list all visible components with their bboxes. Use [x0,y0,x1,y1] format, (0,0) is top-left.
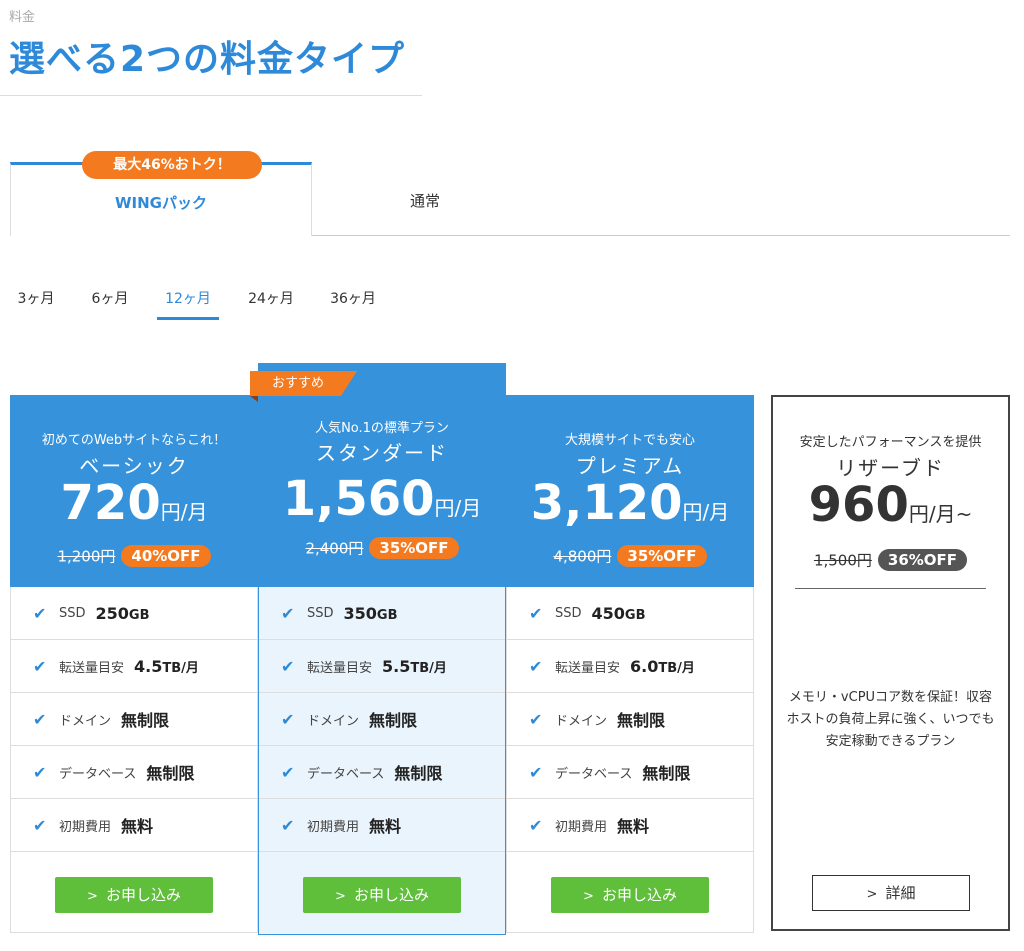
plan-price: 1,560円/月 [258,471,506,527]
plan-price: 720円/月 [10,475,258,531]
feature-ssd: ✔ SSD 250GB [11,587,257,640]
price-unit: 円/月 [160,500,208,524]
check-icon: ✔ [529,709,543,729]
plan-header: 人気No.1の標準プラン スタンダード 1,560円/月 2,400円 35%OF… [258,363,506,587]
discount-badge: 36%OFF [877,549,968,571]
feature-domain: ✔ ドメイン 無制限 [11,693,257,746]
term-12-months[interactable]: 12ヶ月 [157,288,219,320]
check-icon: ✔ [529,603,543,623]
plan-price: 3,120円/月 [506,475,754,531]
original-price: 2,400円 [305,539,364,558]
discount-row: 1,200円 40%OFF [10,545,258,571]
check-icon: ✔ [33,762,47,782]
price-amount: 720 [60,475,161,531]
term-6-months[interactable]: 6ヶ月 [86,288,134,320]
check-icon: ✔ [529,762,543,782]
price-unit: 円/月 [682,500,730,524]
price-unit: 円/月 [434,496,482,520]
plan-tagline: 大規模サイトでも安心 [564,433,695,448]
feature-transfer: ✔ 転送量目安 6.0TB/月 [507,640,753,693]
feature-ssd: ✔ SSD 450GB [507,587,753,640]
check-icon: ✔ [33,709,47,729]
check-icon: ✔ [529,815,543,835]
tab-wing-pack-label: WINGパック [115,194,207,212]
feature-domain: ✔ ドメイン 無制限 [507,693,753,746]
check-icon: ✔ [281,762,295,782]
plan-description: メモリ・vCPUコア数を保証！収容ホストの負荷上昇に強く、いつでも安定稼動できる… [786,690,995,749]
details-button[interactable]: > 詳細 [812,875,970,911]
feature-setup-fee: ✔ 初期費用 無料 [11,799,257,852]
price-amount: 3,120 [530,475,683,531]
feature-domain: ✔ ドメイン 無制限 [259,693,505,746]
term-selector: 3ヶ月 6ヶ月 12ヶ月 24ヶ月 36ヶ月 [0,288,420,322]
apply-button-premium[interactable]: > お申し込み [551,877,709,913]
check-icon: ✔ [33,815,47,835]
feature-database: ✔ データベース 無制限 [259,746,505,799]
feature-list: ✔ SSD 250GB ✔ 転送量目安 4.5TB/月 ✔ ドメイン 無制限 ✔ データベース… [10,587,258,933]
discount-badge: 35%OFF [369,537,459,559]
feature-transfer: ✔ 転送量目安 4.5TB/月 [11,640,257,693]
discount-badge: 40%OFF [121,545,211,567]
section-eyebrow: 料金 [9,10,36,25]
plan-header: 大規模サイトでも安心 プレミアム 3,120円/月 4,800円 35%OFF [506,395,754,587]
tabs-baseline [312,235,1010,236]
apply-button-basic[interactable]: > お申し込み [55,877,213,913]
original-price: 1,500円 [813,551,872,570]
price-unit: 円/月~ [908,502,973,526]
promo-badge: 最大46%おトク！ [82,151,262,179]
original-price: 4,800円 [553,547,612,566]
check-icon: ✔ [529,656,543,676]
tab-normal-label: 通常 [409,192,440,210]
feature-setup-fee: ✔ 初期費用 無料 [507,799,753,852]
original-price: 1,200円 [57,547,116,566]
discount-row: 4,800円 35%OFF [506,545,754,571]
discount-row: 1,500円 36%OFF [773,549,1008,571]
feature-database: ✔ データベース 無制限 [11,746,257,799]
feature-ssd: ✔ SSD 350GB [259,587,505,640]
term-24-months[interactable]: 24ヶ月 [242,288,300,320]
check-icon: ✔ [281,709,295,729]
feature-list: ✔ SSD 350GB ✔ 転送量目安 5.5TB/月 ✔ ドメイン 無制限 ✔ データベース… [258,587,506,935]
plan-price: 960円/月~ [773,477,1008,533]
check-icon: ✔ [281,656,295,676]
check-icon: ✔ [281,815,295,835]
feature-database: ✔ データベース 無制限 [507,746,753,799]
check-icon: ✔ [33,656,47,676]
check-icon: ✔ [281,603,295,623]
term-3-months[interactable]: 3ヶ月 [14,288,58,320]
tab-normal[interactable]: 通常 [312,162,538,236]
plan-tagline: 人気No.1の標準プラン [315,421,449,436]
tab-wing-pack[interactable]: 最大46%おトク！ WINGパック [10,151,312,236]
price-amount: 1,560 [282,471,435,527]
page-title: 選べる2つの料金タイプ [9,39,406,80]
pricing-type-tabs: 最大46%おトク！ WINGパック 通常 [10,151,1010,236]
discount-row: 2,400円 35%OFF [258,537,506,563]
plan-name: スタンダード [316,441,448,465]
chevron-right-icon: > [87,889,98,904]
plan-header: 初めてのWebサイトならこれ！ ベーシック 720円/月 1,200円 40%OF… [10,395,258,587]
chevron-right-icon: > [335,889,346,904]
price-amount: 960 [808,477,909,533]
divider [795,588,986,589]
title-divider [0,95,422,96]
check-icon: ✔ [33,603,47,623]
chevron-right-icon: > [866,887,878,902]
feature-transfer: ✔ 転送量目安 5.5TB/月 [259,640,505,693]
plan-tagline: 初めてのWebサイトならこれ！ [41,433,227,448]
feature-setup-fee: ✔ 初期費用 無料 [259,799,505,852]
plan-tagline: 安定したパフォーマンスを提供 [799,435,982,450]
ribbon-fold [250,396,258,402]
plan-card-reserved: 安定したパフォーマンスを提供 リザーブド 960円/月~ 1,500円 36%OF… [771,395,1010,931]
recommended-ribbon: おすすめ [250,371,357,396]
feature-list: ✔ SSD 450GB ✔ 転送量目安 6.0TB/月 ✔ ドメイン 無制限 ✔ データベース… [506,587,754,933]
chevron-right-icon: > [583,889,594,904]
term-36-months[interactable]: 36ヶ月 [324,288,382,320]
discount-badge: 35%OFF [617,545,707,567]
apply-button-standard[interactable]: > お申し込み [303,877,461,913]
